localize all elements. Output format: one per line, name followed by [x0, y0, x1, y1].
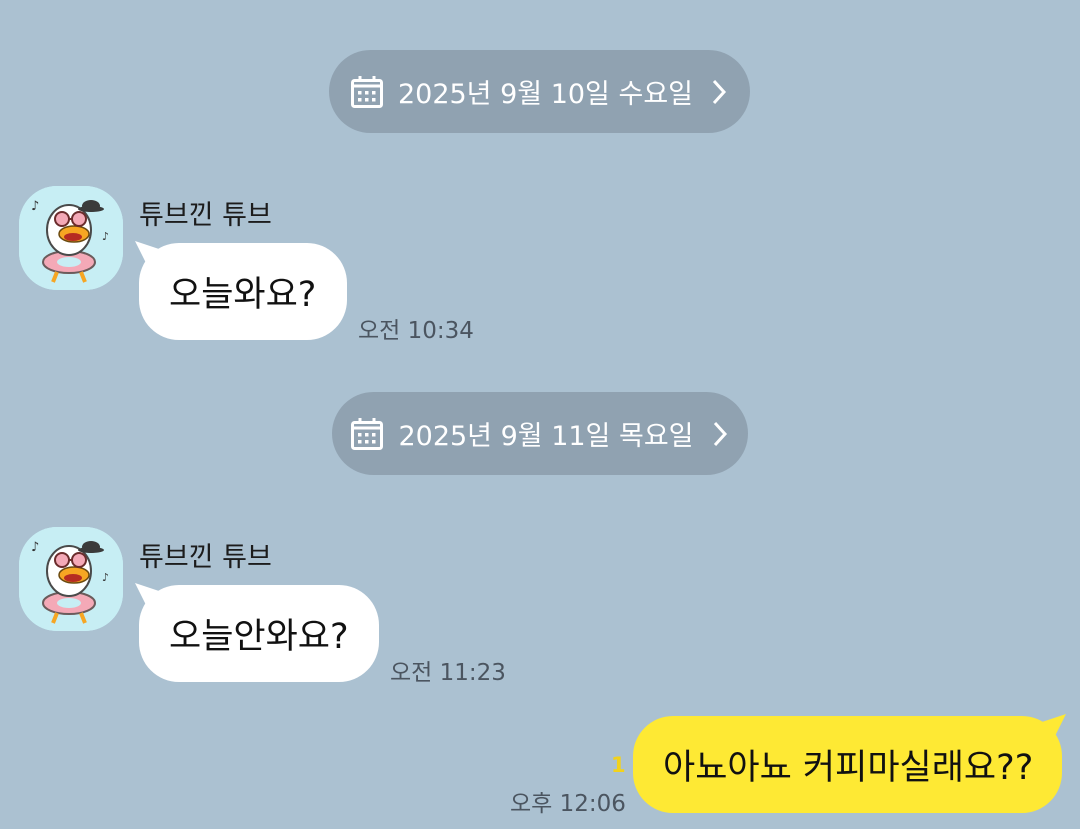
- message-time: 오전 10:34: [358, 318, 474, 344]
- sender-name: 튜브낀 튜브: [139, 200, 272, 231]
- chevron-right-icon: [712, 79, 727, 104]
- message-time: 오전 11:23: [390, 660, 506, 686]
- chevron-right-icon: [713, 421, 727, 446]
- date-divider-button[interactable]: 2025년 9월 10일 수요일: [329, 50, 750, 133]
- message-bubble[interactable]: 아뇨아뇨 커피마실래요??: [633, 714, 1066, 813]
- duck-character-icon: ♪ ♪: [19, 186, 123, 290]
- svg-text:♪: ♪: [102, 230, 109, 243]
- avatar[interactable]: ♪ ♪: [19, 527, 123, 631]
- bubble-tail: [1036, 714, 1066, 742]
- message-bubble[interactable]: 오늘안와요?: [135, 583, 379, 682]
- date-label: 2025년 9월 10일 수요일: [397, 79, 694, 110]
- duck-character-icon: ♪ ♪: [19, 527, 123, 631]
- calendar-icon: [350, 75, 383, 108]
- message-text: 아뇨아뇨 커피마실래요??: [663, 748, 1034, 788]
- bubble-tail: [135, 583, 165, 611]
- message-text: 오늘와요?: [169, 275, 317, 315]
- date-divider-button[interactable]: 2025년 9월 11일 목요일: [332, 392, 748, 475]
- sender-name: 튜브낀 튜브: [139, 542, 272, 573]
- message-text: 오늘안와요?: [169, 617, 349, 657]
- unread-count: 1: [611, 753, 626, 777]
- svg-text:♪: ♪: [102, 571, 109, 584]
- calendar-icon: [351, 417, 384, 450]
- message-time: 오후 12:06: [510, 791, 626, 817]
- bubble-tail: [135, 241, 165, 269]
- message-bubble[interactable]: 오늘와요?: [135, 241, 347, 340]
- svg-text:♪: ♪: [31, 540, 39, 555]
- chat-room: 2025년 9월 10일 수요일 ♪ ♪ 튜브낀 튜브 오늘와요? 오전 10:…: [0, 0, 1080, 829]
- avatar[interactable]: ♪ ♪: [19, 186, 123, 290]
- date-label: 2025년 9월 11일 목요일: [398, 421, 694, 452]
- svg-text:♪: ♪: [31, 199, 39, 214]
